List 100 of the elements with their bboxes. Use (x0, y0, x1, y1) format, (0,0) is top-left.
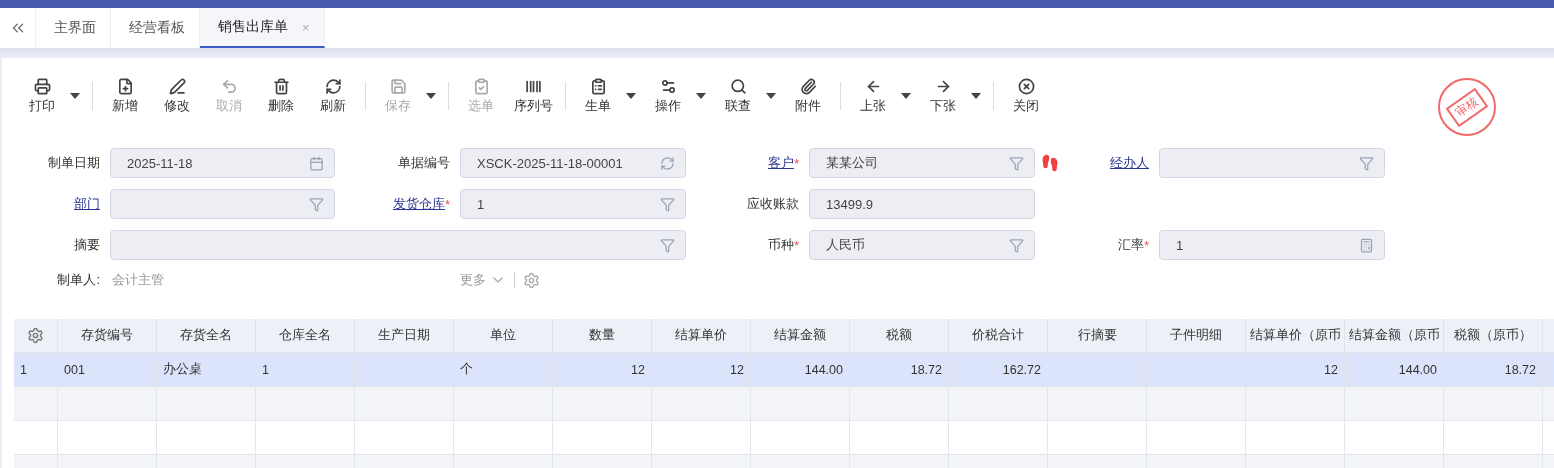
caret-icon (426, 93, 436, 99)
column-header: 单位 (490, 327, 516, 344)
printer-icon (33, 77, 51, 95)
table-cell: 18.72 (1504, 362, 1536, 377)
toolbar-button[interactable]: 关闭 (1000, 77, 1052, 115)
toolbar-button[interactable]: 刷新 (307, 77, 359, 115)
column-header: 结算单价 (675, 327, 727, 344)
filter-icon (660, 237, 675, 253)
table-row[interactable]: 1 001 办公桌 1 个 12 12 144.00 18.72 162.72 12 144.00 18.72 (14, 353, 1554, 387)
table-cell: 001 (64, 362, 85, 377)
close-icon (1017, 77, 1035, 95)
column-header: 税额 (886, 327, 912, 344)
filter-icon (1359, 155, 1374, 171)
settings-icon[interactable] (27, 327, 44, 344)
column-header: 结算金额（原币 (1348, 327, 1440, 344)
clipboard-check-icon (472, 77, 490, 95)
toolbar-button[interactable]: 附件 (782, 77, 834, 115)
field-label: 摘要 (74, 236, 100, 254)
column-header: 结算金额 (774, 327, 826, 344)
caret-icon (766, 93, 776, 99)
filter-icon (660, 196, 675, 212)
pen-icon (168, 77, 186, 95)
filter-icon (1009, 155, 1024, 171)
calendar-icon (309, 155, 324, 171)
footprint-icon[interactable] (1041, 154, 1059, 172)
required-mark: * (1143, 237, 1149, 253)
refresh-icon (324, 77, 342, 95)
input-field[interactable]: 人民币 (809, 230, 1035, 260)
required-mark: * (793, 237, 799, 253)
table-cell: 个 (460, 361, 473, 378)
field-label[interactable]: 发货仓库 (392, 195, 445, 213)
toolbar-button[interactable]: 联查 (712, 77, 764, 115)
input-field[interactable] (110, 189, 335, 219)
table-cell: 12 (730, 362, 744, 377)
toolbar-button[interactable]: 修改 (151, 77, 203, 115)
column-header: 数量 (589, 327, 615, 344)
caret-icon (901, 93, 911, 99)
caret-icon (626, 93, 636, 99)
required-mark: * (444, 196, 450, 212)
field-label[interactable]: 部门 (74, 195, 100, 213)
toolbar-button[interactable]: 操作 (642, 77, 694, 115)
stamp-text: 审核 (1445, 87, 1489, 127)
column-header: 存货全名 (180, 327, 232, 344)
toolbar-button[interactable]: 打印 (16, 77, 68, 115)
toolbar-button[interactable]: 生单 (572, 77, 624, 115)
calculator-icon (1359, 237, 1374, 253)
input-field[interactable]: 1 (460, 189, 686, 219)
table-cell: 162.72 (1002, 362, 1041, 377)
column-header: 存货编号 (81, 327, 133, 344)
input-field[interactable]: XSCK-2025-11-18-00001 (460, 148, 686, 178)
field-label: 制单人: (57, 271, 100, 289)
table-cell: 12 (631, 362, 645, 377)
input-field[interactable]: 某某公司 (809, 148, 1035, 178)
field-label: 制单日期 (48, 154, 100, 172)
toolbar-button[interactable]: 下张 (917, 77, 969, 115)
input-field[interactable]: 1 (1159, 230, 1385, 260)
input-field[interactable]: 2025-11-18 (110, 148, 335, 178)
column-header: 税额（原币） (1454, 327, 1532, 344)
column-header: 行摘要 (1077, 327, 1117, 344)
toolbar-button[interactable]: 新增 (99, 77, 151, 115)
column-header: 仓库全名 (279, 327, 331, 344)
toolbar-button[interactable]: 序列号 (507, 77, 559, 115)
save-icon (389, 77, 407, 95)
field-label: 应收账款 (747, 195, 799, 213)
caret-icon (971, 93, 981, 99)
caret-icon (70, 93, 80, 99)
table-cell: 144.00 (804, 362, 843, 377)
field-label[interactable]: 客户 (767, 154, 794, 172)
column-header: 生产日期 (378, 327, 430, 344)
column-header: 结算单价（原币 (1249, 327, 1341, 344)
table-cell: 办公桌 (163, 361, 202, 378)
field-label: 汇率 (1117, 236, 1144, 254)
sliders-icon (659, 77, 677, 95)
field-label: 币种 (767, 236, 794, 254)
column-header: 价税合计 (972, 327, 1024, 344)
column-header: 子件明细 (1170, 327, 1222, 344)
trash-icon (272, 77, 290, 95)
filter-icon (309, 196, 324, 212)
maker-value: 会计主管 (111, 271, 165, 289)
toolbar-button[interactable]: 删除 (255, 77, 307, 115)
search-icon (729, 77, 747, 95)
field-label: 单据编号 (398, 154, 450, 172)
input-field[interactable] (1159, 148, 1385, 178)
table-cell: 1 (262, 362, 269, 377)
field-label[interactable]: 经办人 (1110, 154, 1149, 172)
table-cell: 12 (1324, 362, 1338, 377)
required-mark: * (793, 155, 799, 171)
table-cell: 18.72 (910, 362, 942, 377)
caret-icon (696, 93, 706, 99)
refresh-icon (660, 155, 675, 171)
table-cell: 144.00 (1398, 362, 1437, 377)
tab[interactable]: 销售出库单 × (200, 8, 325, 48)
clipboard-icon (589, 77, 607, 95)
toolbar-button[interactable]: 上张 (847, 77, 899, 115)
input-field[interactable] (110, 230, 686, 260)
file-plus-icon (116, 77, 134, 95)
filter-icon (1009, 237, 1024, 253)
undo-icon (220, 77, 238, 95)
row-number: 1 (20, 362, 27, 377)
input-field[interactable]: 13499.9 (809, 189, 1035, 219)
